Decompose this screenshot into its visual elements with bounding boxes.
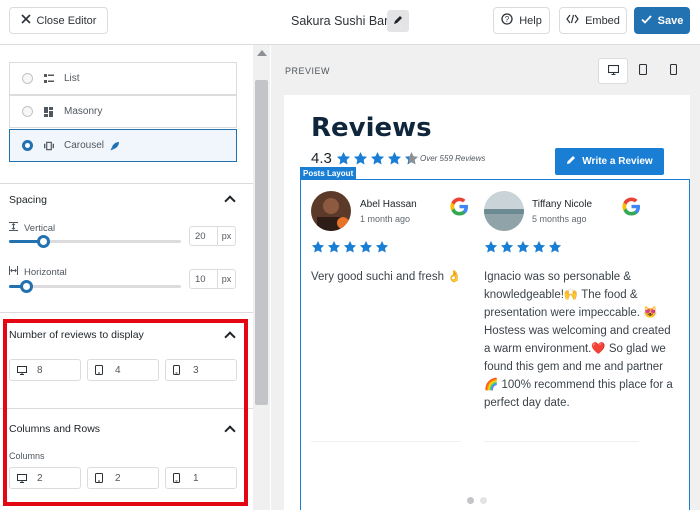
close-editor-label: Close Editor bbox=[36, 14, 97, 27]
review-text: Very good suchi and fresh 👌 bbox=[311, 271, 462, 283]
save-label: Save bbox=[657, 14, 684, 27]
horizontal-slider-track[interactable] bbox=[9, 285, 181, 288]
tablet-preview-button[interactable] bbox=[628, 58, 658, 84]
site-title: Sakura Sushi Bar bbox=[291, 14, 389, 28]
star-icon bbox=[548, 240, 562, 259]
review-time: 1 month ago bbox=[360, 214, 411, 224]
review-stars bbox=[311, 240, 389, 259]
star-icon bbox=[387, 151, 402, 171]
reviews-heading: Reviews bbox=[311, 113, 432, 143]
embed-button[interactable]: Embed bbox=[559, 7, 627, 34]
carousel-dot-active[interactable] bbox=[467, 497, 474, 504]
write-review-button[interactable]: Write a Review bbox=[555, 148, 664, 175]
close-editor-button[interactable]: Close Editor bbox=[9, 7, 108, 34]
star-icon bbox=[500, 240, 514, 259]
code-icon bbox=[566, 14, 579, 27]
tablet-icon bbox=[638, 62, 648, 80]
list-icon bbox=[44, 73, 54, 84]
google-icon bbox=[622, 197, 641, 221]
layout-option-carousel[interactable]: Carousel bbox=[9, 129, 237, 162]
horizontal-spacing-input[interactable]: 10 px bbox=[189, 269, 236, 289]
star-icon bbox=[359, 240, 373, 259]
rocket-icon bbox=[110, 141, 120, 151]
horizontal-spacing-text: Horizontal bbox=[24, 266, 67, 278]
star-icon bbox=[370, 151, 385, 171]
reviewer-name: Abel Hassan bbox=[360, 199, 417, 210]
layout-option-label: Masonry bbox=[64, 106, 103, 117]
star-icon bbox=[375, 240, 389, 259]
vertical-spacing-text: Vertical bbox=[24, 222, 56, 234]
close-icon bbox=[20, 14, 31, 27]
vertical-spacing-label: Vertical bbox=[9, 222, 55, 234]
pencil-icon bbox=[393, 12, 403, 30]
preview-label: PREVIEW bbox=[285, 66, 331, 76]
star-icon bbox=[343, 240, 357, 259]
unit-label: px bbox=[217, 227, 235, 245]
star-icon bbox=[532, 240, 546, 259]
google-icon bbox=[450, 197, 469, 221]
radio-button[interactable] bbox=[22, 106, 33, 117]
section-divider bbox=[0, 312, 253, 313]
radio-button[interactable] bbox=[22, 140, 33, 151]
mobile-icon bbox=[669, 62, 677, 80]
check-icon bbox=[641, 14, 652, 27]
vertical-spacing-value: 20 bbox=[195, 230, 206, 242]
review-count-text: Over 559 Reviews bbox=[420, 154, 486, 163]
star-icon bbox=[327, 240, 341, 259]
star-icon bbox=[516, 240, 530, 259]
layout-option-masonry[interactable]: Masonry bbox=[9, 95, 237, 128]
layout-option-label: Carousel bbox=[64, 140, 105, 151]
write-review-label: Write a Review bbox=[582, 156, 653, 167]
review-text: Ignacio was so personable & knowledgeabl… bbox=[484, 271, 673, 409]
posts-layout-tag: Posts Layout bbox=[300, 167, 357, 180]
desktop-icon bbox=[607, 62, 619, 80]
layout-option-list[interactable]: List bbox=[9, 62, 237, 95]
svg-text:?: ? bbox=[505, 15, 510, 24]
vertical-spacing-input[interactable]: 20 px bbox=[189, 226, 236, 246]
radio-button[interactable] bbox=[22, 73, 33, 84]
card-divider bbox=[311, 441, 461, 442]
device-switcher bbox=[598, 58, 688, 84]
help-button[interactable]: ? Help bbox=[493, 7, 550, 34]
scroll-up-arrow-icon[interactable] bbox=[257, 50, 267, 56]
star-icon bbox=[311, 240, 325, 259]
reviewer-avatar bbox=[484, 191, 524, 231]
horizontal-spacing-icon bbox=[9, 266, 18, 278]
reviewer-avatar bbox=[311, 191, 351, 231]
star-icon bbox=[404, 151, 419, 171]
help-label: Help bbox=[519, 14, 542, 27]
layout-option-label: List bbox=[64, 73, 80, 84]
spacing-section-title: Spacing bbox=[9, 194, 47, 206]
desktop-preview-button[interactable] bbox=[598, 58, 628, 84]
vertical-spacing-icon bbox=[9, 222, 18, 234]
average-rating: 4.3 bbox=[311, 150, 332, 167]
horizontal-spacing-label: Horizontal bbox=[9, 266, 67, 278]
embed-label: Embed bbox=[585, 14, 620, 27]
mobile-preview-button[interactable] bbox=[658, 58, 688, 84]
pencil-icon bbox=[566, 155, 576, 168]
sidebar-scrollbar-thumb[interactable] bbox=[255, 80, 268, 405]
reviewer-name: Tiffany Nicole bbox=[532, 199, 593, 210]
help-icon: ? bbox=[501, 13, 513, 28]
save-button[interactable]: Save bbox=[634, 7, 690, 34]
masonry-icon bbox=[44, 106, 54, 117]
highlight-box bbox=[3, 319, 248, 506]
review-time: 5 months ago bbox=[532, 214, 587, 224]
card-divider bbox=[484, 441, 639, 442]
section-divider bbox=[0, 183, 253, 184]
carousel-dot[interactable] bbox=[480, 497, 487, 504]
review-stars bbox=[484, 240, 562, 259]
unit-label: px bbox=[217, 270, 235, 288]
horizontal-spacing-value: 10 bbox=[195, 273, 206, 285]
carousel-icon bbox=[44, 141, 54, 151]
editor-topbar: Close Editor Sakura Sushi Bar ? Help Emb… bbox=[0, 0, 700, 45]
star-icon bbox=[484, 240, 498, 259]
edit-title-button[interactable] bbox=[387, 10, 409, 32]
